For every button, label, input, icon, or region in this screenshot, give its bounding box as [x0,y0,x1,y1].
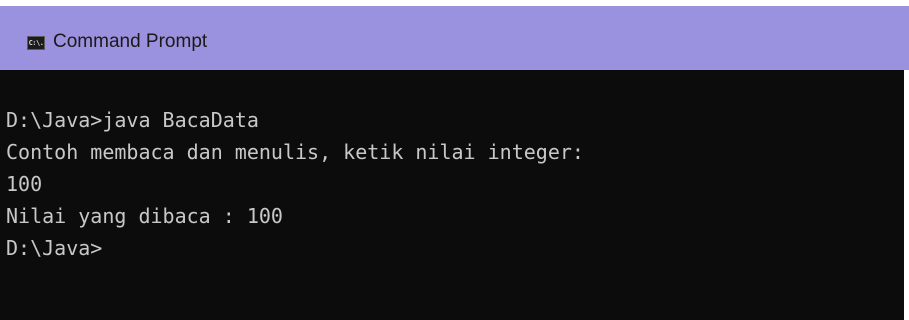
console-line: 100 [6,172,43,196]
window-edge [904,70,909,320]
console-lines: D:\Java>java BacaData Contoh membaca dan… [6,104,584,264]
command-prompt-window: C:\. Command Prompt D:\Java>java BacaDat… [0,0,909,320]
console-line: Nilai yang dibaca : 100 [6,204,283,228]
window-title: Command Prompt [53,31,208,52]
console-line: D:\Java>java BacaData [6,108,259,132]
console-line: Contoh membaca dan menulis, ketik nilai … [6,140,584,164]
cmd-icon: C:\. [27,36,45,50]
console-prompt-line[interactable]: D:\Java> [6,232,584,264]
console-output[interactable]: D:\Java>java BacaData Contoh membaca dan… [0,70,904,320]
title-bar[interactable]: C:\. Command Prompt [0,6,909,70]
